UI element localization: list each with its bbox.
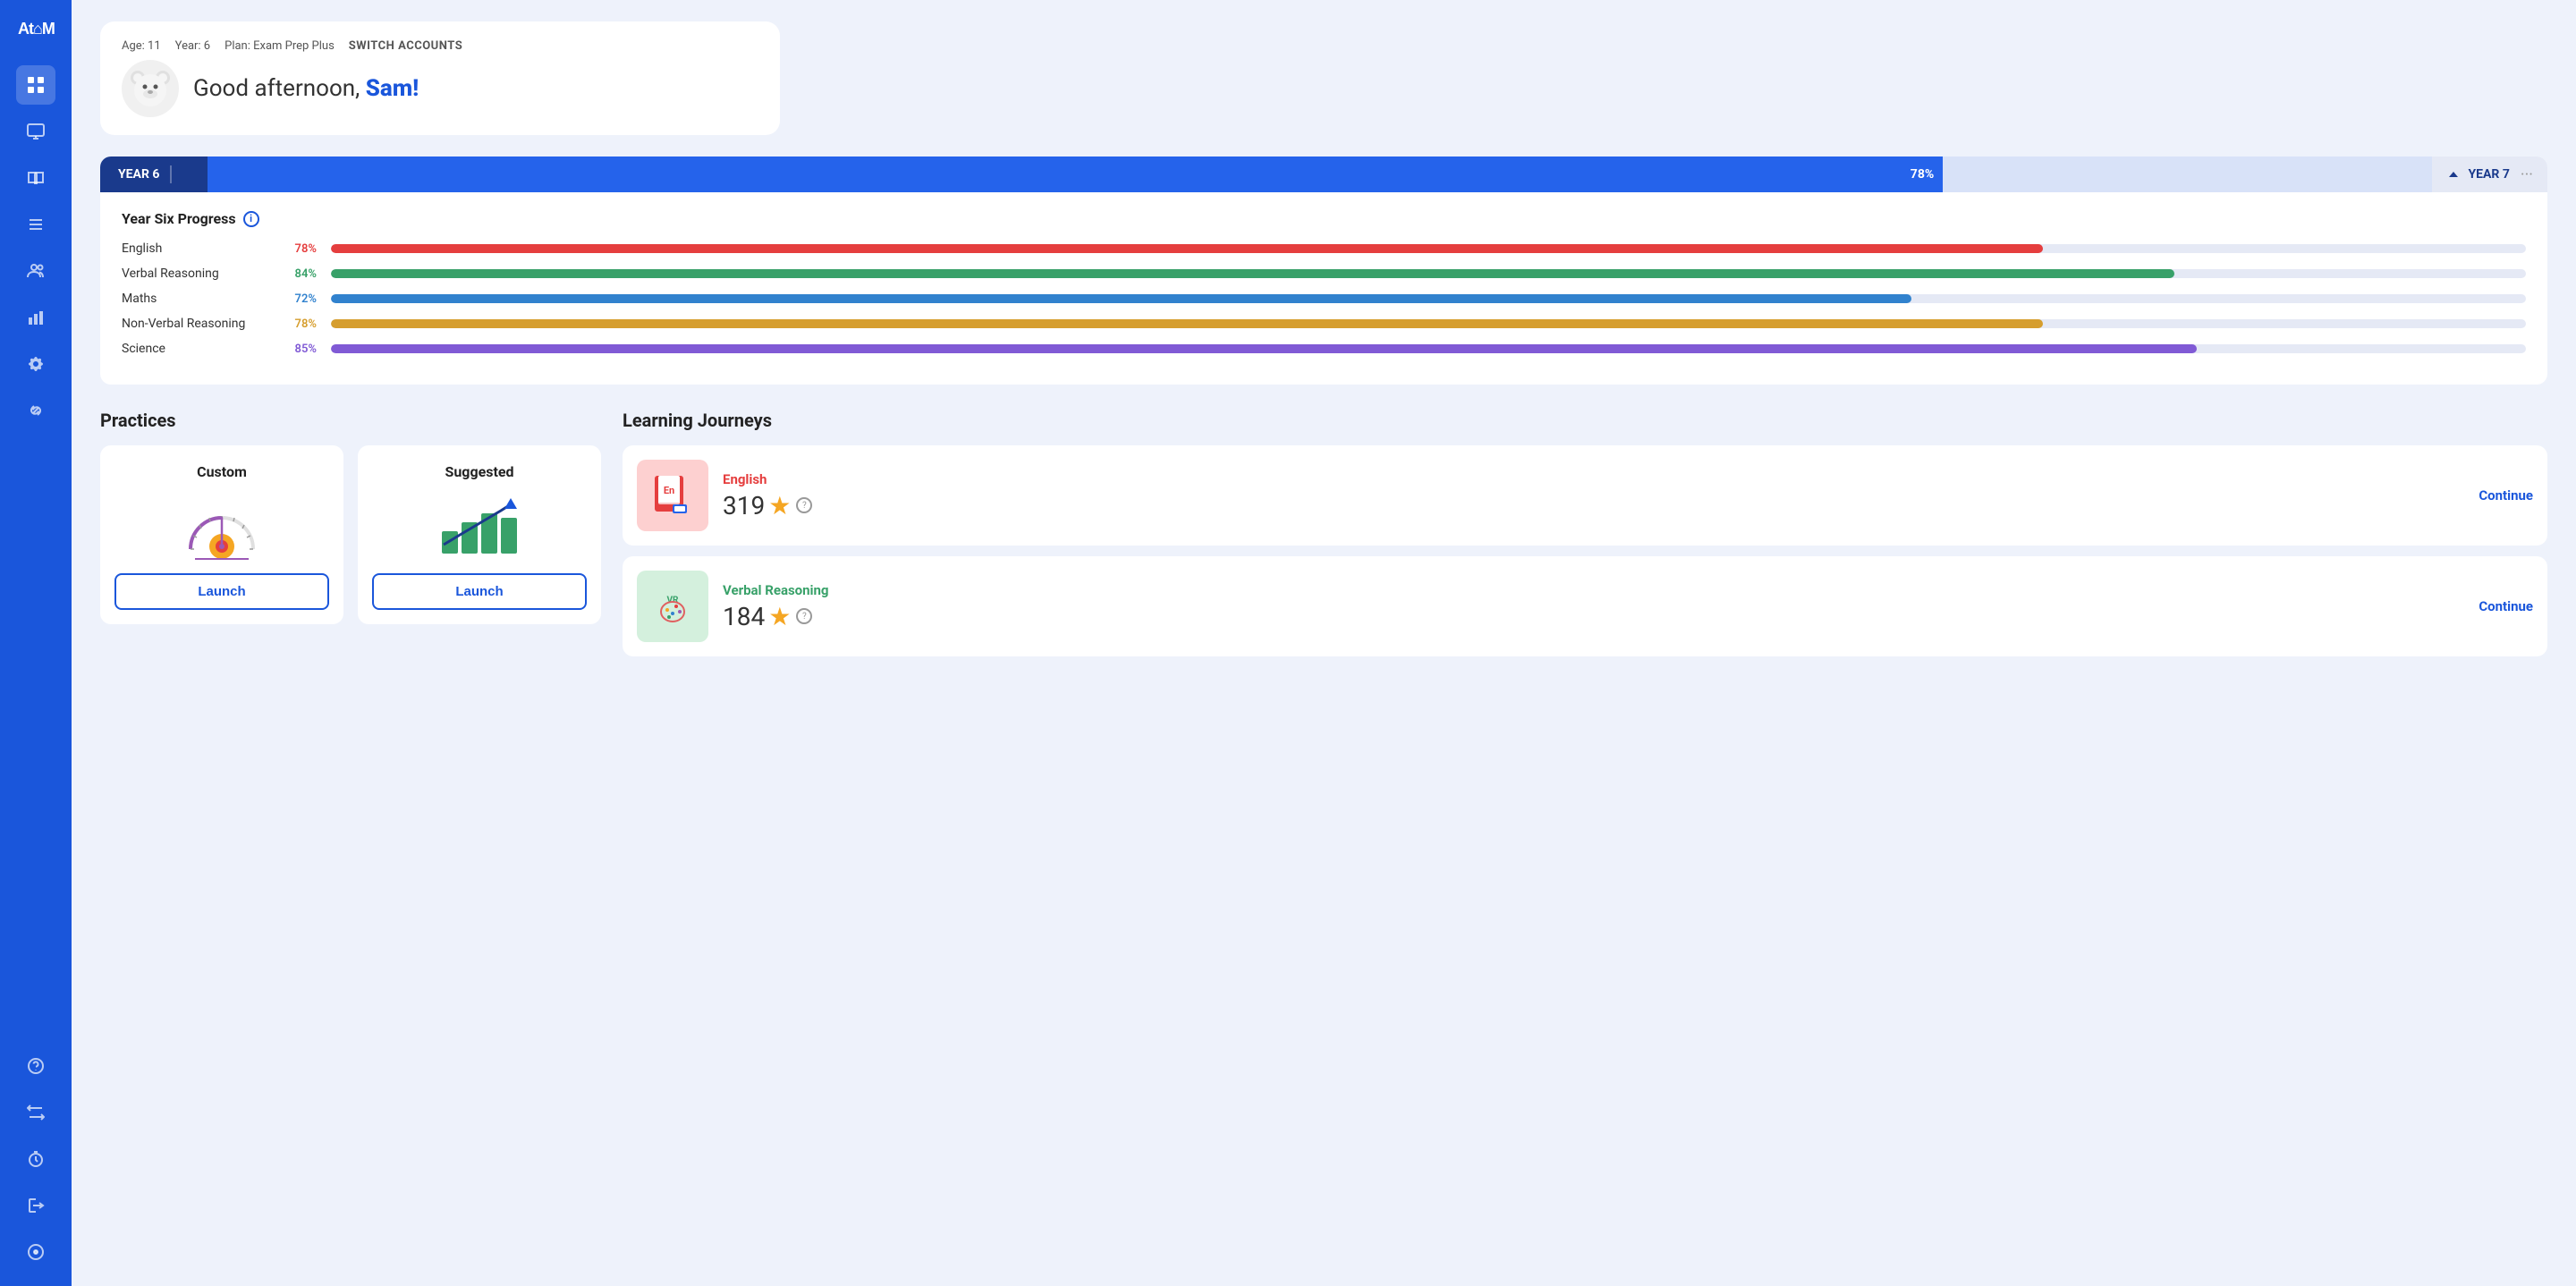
account-info: Age: 11 Year: 6 Plan: Exam Prep Plus SWI… — [122, 39, 758, 53]
progress-section: YEAR 6 78% YEAR 7 ··· Year Six Progress … — [100, 157, 2547, 385]
journey-card: VR Verbal Reasoning 184 ★ ? Continue — [623, 556, 2547, 656]
compass-icon[interactable] — [16, 1232, 55, 1272]
svg-text:VR: VR — [667, 596, 680, 605]
greeting-row: Good afternoon, Sam! — [122, 60, 758, 117]
main-content: Age: 11 Year: 6 Plan: Exam Prep Plus SWI… — [72, 0, 2576, 1286]
svg-text:En: En — [664, 485, 674, 496]
greeting-message: Good afternoon, Sam! — [193, 75, 419, 102]
journey-card: En English 319 ★ ? Continue — [623, 445, 2547, 546]
sidebar: At⌂M — [0, 0, 72, 1286]
header-card: Age: 11 Year: 6 Plan: Exam Prep Plus SWI… — [100, 21, 780, 135]
progress-title: Year Six Progress i — [122, 210, 2526, 227]
age-label: Age: 11 — [122, 39, 161, 53]
user-name: Sam! — [366, 75, 419, 102]
year-tab-label: YEAR 6 — [118, 167, 159, 182]
subject-name: Maths — [122, 292, 265, 306]
monitor-icon[interactable] — [16, 112, 55, 151]
continue-button[interactable]: Continue — [2479, 598, 2533, 614]
question-icon[interactable]: ? — [796, 497, 812, 513]
greeting-text: Good afternoon, Sam! — [193, 75, 419, 102]
svg-text:At⌂M: At⌂M — [18, 20, 55, 38]
subject-bar-track — [331, 269, 2526, 278]
subject-percent: 72% — [279, 292, 317, 306]
star-count: 319 — [723, 491, 765, 520]
arrows-icon[interactable] — [16, 1093, 55, 1132]
logout-icon[interactable] — [16, 1186, 55, 1225]
subject-bar-track — [331, 344, 2526, 353]
next-year-label: YEAR 7 — [2468, 167, 2509, 182]
suggested-card-title: Suggested — [445, 463, 513, 480]
avatar — [122, 60, 179, 117]
journey-subject: English — [723, 471, 2464, 487]
custom-practice-card: Custom — [100, 445, 343, 624]
suggested-illustration — [435, 491, 524, 563]
star-count: 184 — [723, 602, 765, 631]
journeys-section: Learning Journeys En English 319 ★ ? Con… — [623, 410, 2547, 667]
subject-row: Verbal Reasoning 84% — [122, 267, 2526, 281]
subject-bar-fill — [331, 294, 1911, 303]
question-icon[interactable]: ? — [796, 608, 812, 624]
plan-label: Plan: Exam Prep Plus — [225, 39, 335, 53]
journey-info: Verbal Reasoning 184 ★ ? — [723, 582, 2464, 631]
subject-bar-track — [331, 319, 2526, 328]
subject-bar-track — [331, 244, 2526, 253]
progress-content: Year Six Progress i English 78% Verbal R… — [100, 192, 2547, 385]
subject-bar-fill — [331, 344, 2197, 353]
subject-row: Maths 72% — [122, 292, 2526, 306]
custom-illustration — [177, 491, 267, 563]
grid-icon[interactable] — [16, 65, 55, 105]
subject-row: Non-Verbal Reasoning 78% — [122, 317, 2526, 331]
chevron-up-icon — [2446, 167, 2461, 182]
list-icon[interactable] — [16, 205, 55, 244]
switch-accounts-button[interactable]: SWITCH ACCOUNTS — [349, 39, 462, 53]
custom-launch-button[interactable]: Launch — [114, 573, 329, 610]
subject-percent: 85% — [279, 343, 317, 356]
bar-chart-icon[interactable] — [16, 298, 55, 337]
bottom-section: Practices Custom — [100, 410, 2547, 667]
custom-card-title: Custom — [197, 463, 247, 480]
subject-rows: English 78% Verbal Reasoning 84% Maths 7… — [122, 241, 2526, 356]
subject-bar-fill — [331, 319, 2043, 328]
suggested-practice-card: Suggested — [358, 445, 601, 624]
subject-name: English — [122, 241, 265, 256]
journey-stars: 319 ★ ? — [723, 491, 2464, 520]
suggested-launch-button[interactable]: Launch — [372, 573, 587, 610]
journey-thumbnail: En — [637, 460, 708, 531]
year-label: Year: 6 — [175, 39, 210, 53]
practice-cards: Custom — [100, 445, 601, 624]
settings-icon[interactable] — [16, 344, 55, 384]
practices-title: Practices — [100, 410, 601, 431]
progress-info-icon[interactable]: i — [243, 211, 259, 227]
journey-subject: Verbal Reasoning — [723, 582, 2464, 598]
subject-percent: 78% — [279, 317, 317, 331]
subject-percent: 78% — [279, 242, 317, 256]
star-icon: ★ — [768, 491, 791, 520]
logo: At⌂M — [16, 14, 55, 44]
subject-percent: 84% — [279, 267, 317, 281]
journey-stars: 184 ★ ? — [723, 602, 2464, 631]
help-circle-icon[interactable] — [16, 1046, 55, 1086]
journey-info: English 319 ★ ? — [723, 471, 2464, 520]
users-icon[interactable] — [16, 251, 55, 291]
link-icon[interactable] — [16, 391, 55, 430]
subject-name: Verbal Reasoning — [122, 267, 265, 281]
journeys-title: Learning Journeys — [623, 410, 2547, 431]
book-open-icon[interactable] — [16, 158, 55, 198]
timer-icon[interactable] — [16, 1139, 55, 1179]
subject-bar-track — [331, 294, 2526, 303]
subject-name: Science — [122, 342, 265, 356]
subject-name: Non-Verbal Reasoning — [122, 317, 265, 331]
year-progress-percent: 78% — [1911, 167, 1934, 182]
subject-bar-fill — [331, 244, 2043, 253]
journey-cards: En English 319 ★ ? Continue VR — [623, 445, 2547, 656]
journey-thumbnail: VR — [637, 571, 708, 642]
practices-section: Practices Custom — [100, 410, 601, 667]
star-icon: ★ — [768, 602, 791, 631]
subject-row: Science 85% — [122, 342, 2526, 356]
continue-button[interactable]: Continue — [2479, 487, 2533, 503]
subject-bar-fill — [331, 269, 2174, 278]
subject-row: English 78% — [122, 241, 2526, 256]
